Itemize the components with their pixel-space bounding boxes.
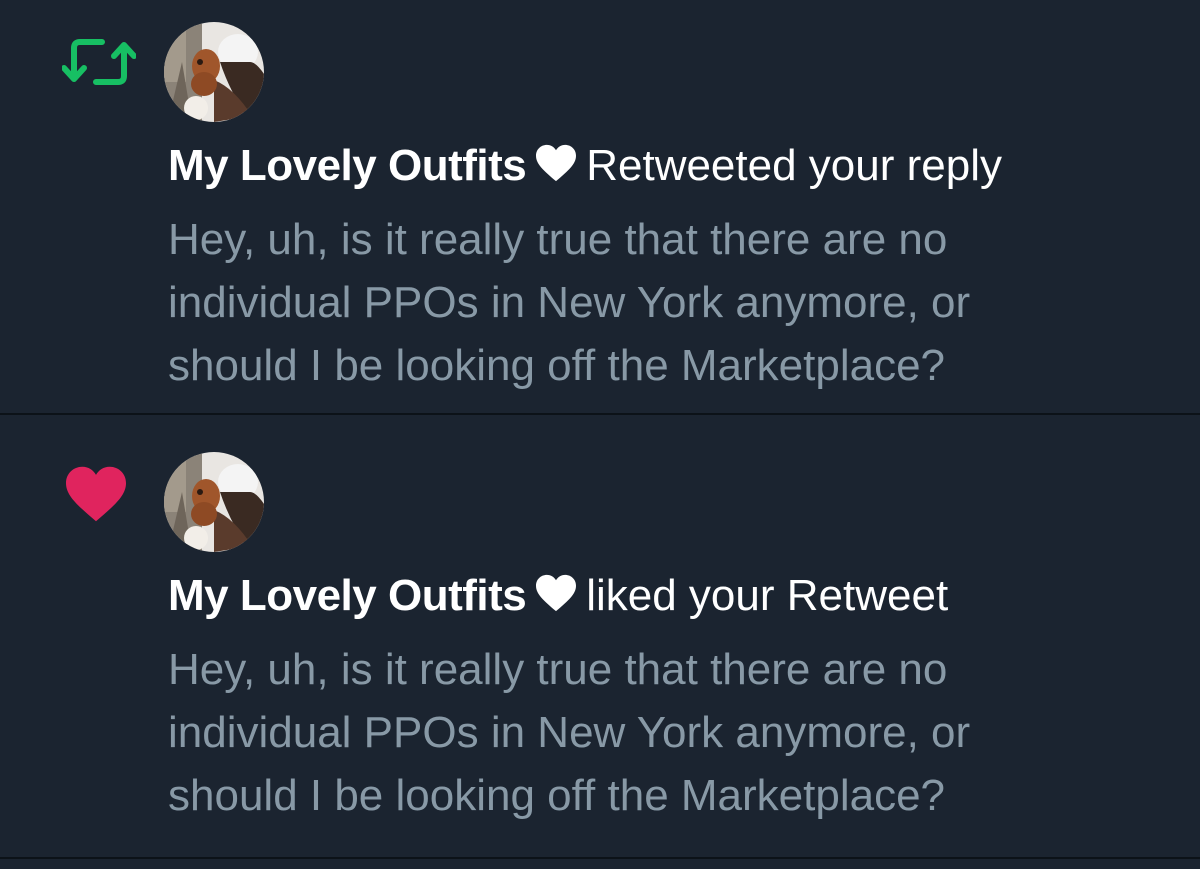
tweet-line: Hey, uh, is it really true that there ar… (168, 215, 948, 264)
notification-like[interactable]: My Lovely Outfits liked your Retweet Hey,… (0, 416, 1200, 859)
notification-retweet[interactable]: My Lovely Outfits Retweeted your reply He… (0, 0, 1200, 414)
tweet-line: Hey, uh, is it really true that there ar… (168, 645, 948, 694)
heart-icon (62, 464, 130, 524)
tweet-text[interactable]: Hey, uh, is it really true that there ar… (168, 208, 1128, 397)
retweet-icon (61, 34, 137, 90)
author-name[interactable]: My Lovely Outfits (168, 141, 527, 190)
white-heart-icon (536, 144, 577, 182)
notification-action: liked your Retweet (586, 571, 949, 620)
avatar[interactable] (164, 22, 264, 122)
tweet-line: should I be looking off the Marketplace? (168, 341, 946, 390)
divider (0, 413, 1200, 415)
white-heart-icon (536, 574, 577, 612)
tweet-text[interactable]: Hey, uh, is it really true that there ar… (168, 638, 1128, 827)
notification-headline: My Lovely Outfits liked your Retweet (168, 568, 948, 624)
tweet-line: individual PPOs in New York anymore, or (168, 278, 971, 327)
avatar[interactable] (164, 452, 264, 552)
divider (0, 857, 1200, 859)
notification-action: Retweeted your reply (586, 141, 1002, 190)
tweet-line: individual PPOs in New York anymore, or (168, 708, 971, 757)
notification-headline: My Lovely Outfits Retweeted your reply (168, 138, 1002, 194)
tweet-line: should I be looking off the Marketplace? (168, 771, 946, 820)
author-name[interactable]: My Lovely Outfits (168, 571, 527, 620)
